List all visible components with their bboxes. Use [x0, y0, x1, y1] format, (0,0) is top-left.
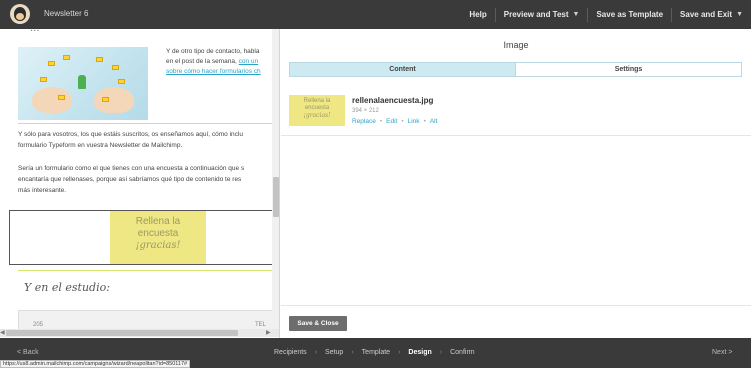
cta-line: encuesta	[137, 228, 179, 239]
intro-line: Y de otro tipo de contacto, habla	[166, 48, 260, 55]
top-nav: Help Preview and Test ▼ Save as Template …	[461, 0, 751, 29]
envelope-icon	[96, 57, 103, 62]
status-url: https://us8.admin.mailchimp.com/campaign…	[0, 360, 191, 368]
horizontal-scrollbar[interactable]: ◀ ▶	[0, 329, 279, 337]
help-link[interactable]: Help	[461, 8, 494, 22]
studio-card-text: TEL	[255, 322, 267, 328]
envelope-icon	[102, 97, 109, 102]
section-divider	[18, 123, 273, 124]
cta-line: ¡gracias!	[135, 240, 181, 251]
panel-divider	[281, 305, 751, 306]
envelope-icon	[112, 65, 119, 70]
mailchimp-logo-icon[interactable]	[10, 4, 30, 24]
envelope-icon	[63, 55, 70, 60]
wizard-steps: Recipients › Setup › Template › Design ›…	[274, 349, 475, 356]
image-dimensions: 394 × 212	[352, 108, 379, 114]
cta-line: Rellena la	[135, 216, 181, 227]
chevron-right-icon: ›	[398, 349, 401, 356]
envelope-icon	[48, 61, 55, 66]
back-button[interactable]: < Back	[17, 349, 39, 356]
panel-divider	[281, 135, 751, 136]
section-divider	[18, 270, 273, 271]
replace-link[interactable]: Replace	[352, 118, 376, 125]
scrollbar-thumb[interactable]	[273, 177, 279, 217]
scrollbar-thumb[interactable]	[6, 330, 238, 336]
scroll-left-icon[interactable]: ◀	[0, 329, 5, 336]
script-heading-top: ...	[30, 29, 40, 34]
vertical-scrollbar[interactable]	[272, 29, 279, 329]
intro-link[interactable]: sobre cómo hacer formularios ch	[166, 67, 279, 77]
save-template-label: Save as Template	[596, 9, 664, 19]
thumb-line: ¡gracias!	[303, 112, 331, 119]
intro-link[interactable]: con un	[239, 58, 259, 65]
preview-test-label: Preview and Test	[503, 9, 569, 19]
chevron-right-icon: ›	[314, 349, 318, 356]
panel-title: Image	[503, 40, 529, 50]
intro-line-text: en el post de la semana,	[166, 58, 237, 65]
tab-content[interactable]: Content	[290, 63, 515, 76]
edit-link[interactable]: Edit	[386, 118, 397, 125]
scroll-right-icon[interactable]: ▶	[266, 329, 271, 336]
chevron-right-icon: ›	[351, 349, 354, 356]
image-thumbnail[interactable]: Rellena la encuesta ¡gracias!	[289, 95, 345, 126]
save-exit-label: Save and Exit	[680, 9, 733, 19]
email-preview[interactable]: ... Y de otro tipo de contacto, habla en…	[0, 29, 280, 338]
paragraph-line: Y sólo para vosotros, los que estáis sus…	[18, 131, 243, 138]
studio-heading: Y en el estudio:	[24, 281, 110, 294]
step-template[interactable]: Template	[362, 349, 390, 356]
separator-dot: •	[401, 118, 404, 125]
studio-card-text: 205	[33, 322, 44, 328]
top-bar: Newsletter 6 Help Preview and Test ▼ Save…	[0, 0, 751, 29]
step-confirm[interactable]: Confirm	[450, 349, 475, 356]
selected-image-block[interactable]: Rellena la encuesta ¡gracias!	[9, 210, 273, 265]
chevron-down-icon: ▼	[572, 10, 580, 18]
image-filename: rellenalaencuesta.jpg	[352, 96, 434, 105]
step-setup[interactable]: Setup	[325, 349, 343, 356]
paragraph-subscribers: Y sólo para vosotros, los que estáis sus…	[18, 129, 243, 151]
right-hand-shape	[94, 87, 134, 113]
chevron-right-icon: ›	[439, 349, 443, 356]
help-label: Help	[469, 9, 487, 19]
step-design[interactable]: Design	[408, 349, 431, 356]
hands-email-image[interactable]	[18, 47, 148, 120]
intro-text: Y de otro tipo de contacto, habla en el …	[166, 47, 279, 77]
logo-muzzle	[16, 13, 24, 20]
bottom-bar: < Back Recipients › Setup › Template › D…	[0, 338, 751, 368]
envelope-icon	[58, 95, 65, 100]
next-button[interactable]: Next >	[712, 349, 732, 356]
separator-dot: •	[379, 118, 383, 125]
paragraph-line: encantaría que rellenases, porque así sa…	[18, 176, 242, 183]
tab-settings[interactable]: Settings	[515, 63, 741, 76]
save-close-button[interactable]: Save & Close	[289, 316, 347, 331]
person-figure-shape	[78, 75, 86, 89]
panel-tabs: Content Settings	[289, 62, 742, 77]
save-as-template-button[interactable]: Save as Template	[587, 7, 671, 22]
separator-dot: •	[423, 118, 426, 125]
paragraph-line: más interesante.	[18, 187, 67, 194]
campaign-title: Newsletter 6	[44, 9, 89, 18]
envelope-icon	[118, 79, 125, 84]
envelope-icon	[40, 77, 47, 82]
image-settings-panel: Image Content Settings Rellena la encues…	[281, 29, 751, 338]
thumb-line: Rellena la	[303, 98, 331, 104]
preview-test-menu[interactable]: Preview and Test ▼	[494, 7, 588, 22]
thumb-line: encuesta	[304, 105, 330, 111]
paragraph-line: formulario Typeform en vuestra Newslette…	[18, 142, 183, 149]
intro-line: en el post de la semana, con un	[166, 57, 279, 67]
paragraph-form: Sería un formulario como el que tienes c…	[18, 163, 244, 196]
app-window: Newsletter 6 Help Preview and Test ▼ Save…	[0, 0, 751, 368]
image-actions: Replace • Edit • Link • Alt	[352, 118, 437, 125]
paragraph-line: Sería un formulario como el que tienes c…	[18, 165, 245, 172]
link-link[interactable]: Link	[408, 118, 420, 125]
save-and-exit-menu[interactable]: Save and Exit ▼	[671, 7, 751, 22]
survey-image[interactable]: Rellena la encuesta ¡gracias!	[110, 211, 206, 264]
left-hand-shape	[32, 87, 72, 113]
chevron-down-icon: ▼	[736, 10, 743, 18]
step-recipients[interactable]: Recipients	[274, 349, 307, 356]
alt-link[interactable]: Alt	[430, 118, 438, 125]
